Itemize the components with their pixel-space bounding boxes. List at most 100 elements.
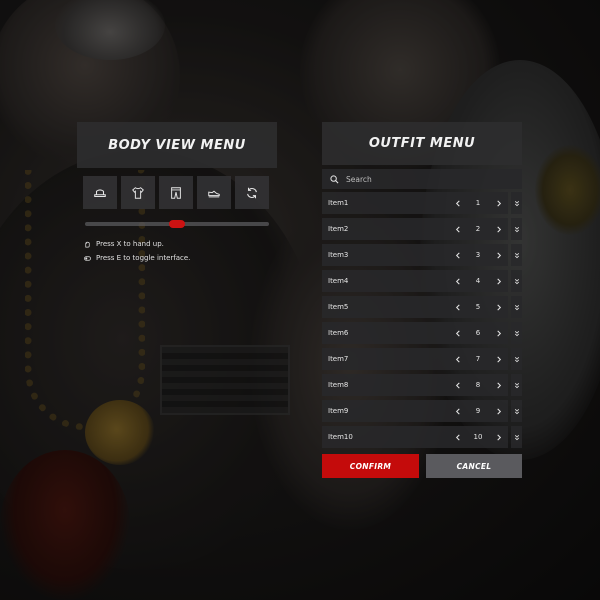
shirt-icon bbox=[132, 186, 144, 199]
previous-arrow-icon[interactable] bbox=[452, 244, 464, 266]
previous-arrow-icon[interactable] bbox=[452, 374, 464, 396]
double-chevron-down-icon bbox=[514, 278, 520, 285]
item-value: 10 bbox=[473, 433, 483, 441]
double-chevron-down-icon bbox=[514, 200, 520, 207]
item-value: 1 bbox=[475, 199, 481, 207]
item-label: Item7 bbox=[328, 355, 349, 363]
previous-arrow-icon[interactable] bbox=[452, 296, 464, 318]
next-arrow-icon[interactable] bbox=[493, 218, 505, 240]
item-row-body: Item10 10 bbox=[322, 426, 508, 448]
next-arrow-icon[interactable] bbox=[493, 244, 505, 266]
list-item[interactable]: Item8 8 bbox=[322, 374, 522, 396]
hat-icon bbox=[94, 188, 106, 197]
double-chevron-down-icon bbox=[514, 434, 520, 441]
item-label: Item10 bbox=[328, 433, 353, 441]
expand-button[interactable] bbox=[511, 348, 522, 370]
item-value: 5 bbox=[475, 303, 481, 311]
item-label: Item2 bbox=[328, 225, 349, 233]
list-item[interactable]: Item3 3 bbox=[322, 244, 522, 266]
item-row-body: Item6 6 bbox=[322, 322, 508, 344]
confirm-button[interactable]: CONFIRM bbox=[322, 454, 419, 478]
next-arrow-icon[interactable] bbox=[493, 426, 505, 448]
item-value: 2 bbox=[475, 225, 481, 233]
toggle-icon bbox=[84, 255, 91, 261]
pants-icon bbox=[171, 186, 181, 199]
expand-button[interactable] bbox=[511, 374, 522, 396]
next-arrow-icon[interactable] bbox=[493, 192, 505, 214]
expand-button[interactable] bbox=[511, 270, 522, 292]
next-arrow-icon[interactable] bbox=[493, 374, 505, 396]
rotate-icon bbox=[247, 187, 257, 198]
outfit-menu-title: OUTFIT MENU bbox=[322, 122, 522, 165]
expand-button[interactable] bbox=[511, 192, 522, 214]
double-chevron-down-icon bbox=[514, 226, 520, 233]
expand-button[interactable] bbox=[511, 400, 522, 422]
item-value: 3 bbox=[475, 251, 481, 259]
item-label: Item5 bbox=[328, 303, 349, 311]
item-label: Item8 bbox=[328, 381, 349, 389]
item-label: Item9 bbox=[328, 407, 349, 415]
previous-arrow-icon[interactable] bbox=[452, 322, 464, 344]
item-row-body: Item8 8 bbox=[322, 374, 508, 396]
item-row-body: Item2 2 bbox=[322, 218, 508, 240]
next-arrow-icon[interactable] bbox=[493, 322, 505, 344]
item-label: Item1 bbox=[328, 199, 349, 207]
list-item[interactable]: Item4 4 bbox=[322, 270, 522, 292]
item-row-body: Item4 4 bbox=[322, 270, 508, 292]
item-row-body: Item9 9 bbox=[322, 400, 508, 422]
next-arrow-icon[interactable] bbox=[493, 270, 505, 292]
list-item[interactable]: Item1 1 bbox=[322, 192, 522, 214]
previous-arrow-icon[interactable] bbox=[452, 426, 464, 448]
item-value: 6 bbox=[475, 329, 481, 337]
next-arrow-icon[interactable] bbox=[493, 348, 505, 370]
item-label: Item3 bbox=[328, 251, 349, 259]
list-item[interactable]: Item5 5 bbox=[322, 296, 522, 318]
next-arrow-icon[interactable] bbox=[493, 296, 505, 318]
item-row-body: Item1 1 bbox=[322, 192, 508, 214]
expand-button[interactable] bbox=[511, 296, 522, 318]
search-input[interactable] bbox=[346, 174, 506, 184]
hint-text: Press E to toggle interface. bbox=[96, 254, 191, 262]
zoom-slider-thumb[interactable] bbox=[169, 220, 185, 228]
item-row-body: Item3 3 bbox=[322, 244, 508, 266]
previous-arrow-icon[interactable] bbox=[452, 192, 464, 214]
shirt-category-button[interactable] bbox=[121, 176, 155, 209]
list-item[interactable]: Item9 9 bbox=[322, 400, 522, 422]
previous-arrow-icon[interactable] bbox=[452, 348, 464, 370]
search-bar[interactable] bbox=[322, 169, 522, 189]
item-row-body: Item5 5 bbox=[322, 296, 508, 318]
list-item[interactable]: Item7 7 bbox=[322, 348, 522, 370]
shoe-category-button[interactable] bbox=[197, 176, 231, 209]
body-view-menu-title: BODY VIEW MENU bbox=[77, 122, 277, 168]
next-arrow-icon[interactable] bbox=[493, 400, 505, 422]
hint-text: Press X to hand up. bbox=[96, 240, 164, 248]
previous-arrow-icon[interactable] bbox=[452, 400, 464, 422]
pants-category-button[interactable] bbox=[159, 176, 193, 209]
hint-toggle-interface: Press E to toggle interface. bbox=[84, 254, 190, 262]
hand-icon bbox=[85, 241, 90, 247]
previous-arrow-icon[interactable] bbox=[452, 218, 464, 240]
item-value: 4 bbox=[475, 277, 481, 285]
double-chevron-down-icon bbox=[514, 252, 520, 259]
double-chevron-down-icon bbox=[514, 304, 520, 311]
previous-arrow-icon[interactable] bbox=[452, 270, 464, 292]
double-chevron-down-icon bbox=[514, 408, 520, 415]
hat-category-button[interactable] bbox=[83, 176, 117, 209]
expand-button[interactable] bbox=[511, 244, 522, 266]
list-item[interactable]: Item10 10 bbox=[322, 426, 522, 448]
list-item[interactable]: Item2 2 bbox=[322, 218, 522, 240]
rotate-button[interactable] bbox=[235, 176, 269, 209]
double-chevron-down-icon bbox=[514, 356, 520, 363]
item-label: Item4 bbox=[328, 277, 349, 285]
double-chevron-down-icon bbox=[514, 382, 520, 389]
expand-button[interactable] bbox=[511, 218, 522, 240]
expand-button[interactable] bbox=[511, 322, 522, 344]
cancel-button[interactable]: CANCEL bbox=[426, 454, 522, 478]
item-value: 9 bbox=[475, 407, 481, 415]
item-label: Item6 bbox=[328, 329, 349, 337]
list-item[interactable]: Item6 6 bbox=[322, 322, 522, 344]
item-row-body: Item7 7 bbox=[322, 348, 508, 370]
expand-button[interactable] bbox=[511, 426, 522, 448]
hint-hand-up: Press X to hand up. bbox=[84, 240, 164, 248]
category-buttons bbox=[83, 176, 273, 209]
